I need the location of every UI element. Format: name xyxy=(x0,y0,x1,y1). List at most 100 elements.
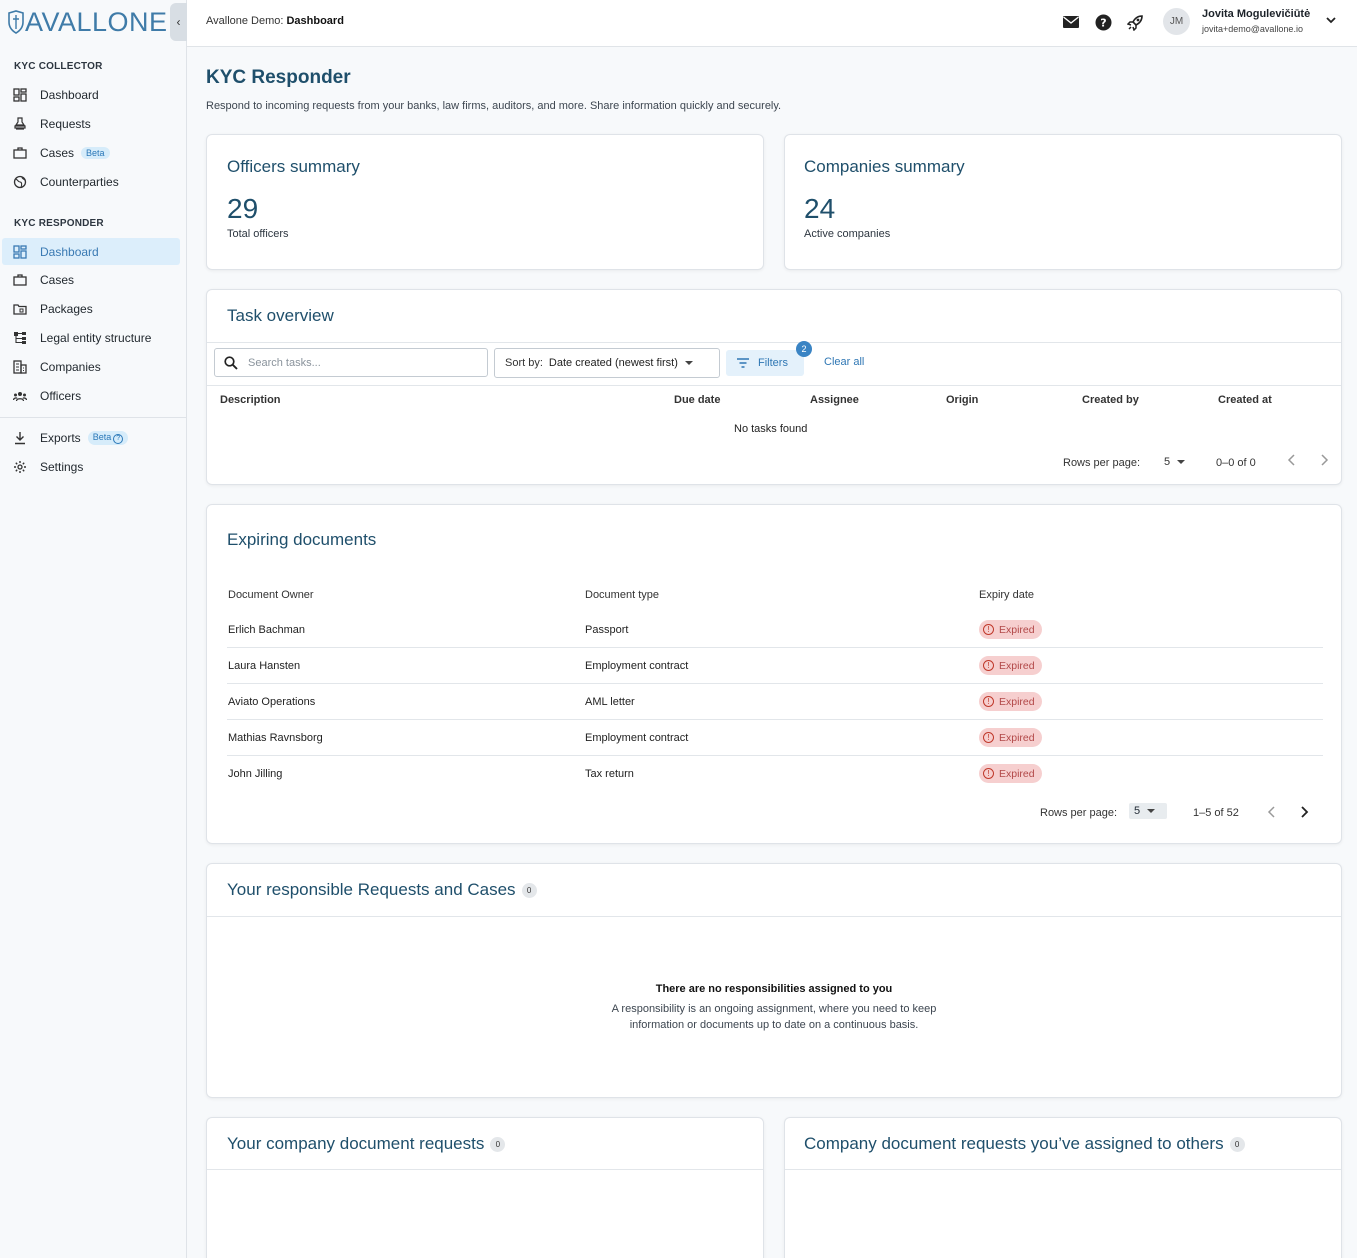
sidebar-item-legal-entity-structure[interactable]: Legal entity structure xyxy=(2,324,180,351)
document-owner: Aviato Operations xyxy=(228,696,316,708)
column-header-due-date[interactable]: Due date xyxy=(674,394,720,406)
sidebar-item-collector-dashboard[interactable]: Dashboard xyxy=(2,81,180,108)
column-header-origin[interactable]: Origin xyxy=(946,394,978,406)
rows-per-page-label: Rows per page: xyxy=(1063,457,1141,469)
user-email: jovita+demo@avallone.io xyxy=(1202,24,1303,34)
section-title-responder: KYC RESPONDER xyxy=(14,218,104,229)
sidebar-item-counterparties[interactable]: Counterparties xyxy=(2,168,180,195)
help-circle-icon[interactable]: ? xyxy=(113,433,124,444)
user-name: Jovita Mogulevičiūtė xyxy=(1202,8,1311,20)
sidebar-item-label: Settings xyxy=(40,459,84,474)
page-title: KYC Responder xyxy=(206,67,351,88)
alert-circle-icon: ! xyxy=(983,624,994,635)
document-owner: Erlich Bachman xyxy=(228,624,306,636)
dashboard-icon xyxy=(13,244,27,259)
svg-text:?: ? xyxy=(1100,16,1106,29)
sidebar-item-settings[interactable]: Settings xyxy=(2,453,180,480)
gear-icon xyxy=(13,460,27,474)
table-row[interactable]: Laura Hansten Employment contract ! Expir… xyxy=(227,648,1323,684)
document-owner: John Jilling xyxy=(228,768,283,780)
card-title: Companies summary xyxy=(804,157,965,176)
briefcase-icon xyxy=(13,146,27,160)
people-icon xyxy=(13,389,27,403)
sidebar-item-packages[interactable]: Packages xyxy=(2,295,180,322)
sidebar-item-officers[interactable]: Officers xyxy=(2,382,180,409)
globe-icon xyxy=(13,175,27,189)
empty-state-line-2: information or documents up to date on a… xyxy=(629,1019,919,1031)
column-header-assignee[interactable]: Assignee xyxy=(810,394,859,406)
sort-value: Date created (newest first) xyxy=(548,357,678,369)
table-row[interactable]: Erlich Bachman Passport ! Expired xyxy=(227,612,1323,648)
card-title: Expiring documents xyxy=(227,530,377,549)
beta-badge: Beta? xyxy=(87,430,129,445)
chevron-left-icon[interactable] xyxy=(1287,453,1297,470)
chevron-right-icon[interactable] xyxy=(1299,805,1309,822)
no-tasks-message: No tasks found xyxy=(734,423,808,435)
card-divider xyxy=(785,1169,1341,1170)
expired-badge: ! Expired xyxy=(979,764,1042,783)
column-header-document-owner: Document Owner xyxy=(228,589,314,601)
sidebar-item-companies[interactable]: Companies xyxy=(2,353,180,380)
filters-label: Filters xyxy=(758,357,788,369)
task-search-input[interactable]: Search tasks... xyxy=(214,348,488,377)
filters-button[interactable]: Filters 2 xyxy=(726,341,812,376)
sidebar-item-collector-cases[interactable]: Cases Beta xyxy=(2,139,180,166)
table-row[interactable]: Aviato Operations AML letter ! Expired xyxy=(227,684,1323,720)
sidebar-item-requests[interactable]: Requests xyxy=(2,110,180,137)
count-badge: 0 xyxy=(490,1137,506,1153)
breadcrumb-page: Dashboard xyxy=(286,15,344,27)
chevron-down-icon[interactable] xyxy=(1325,14,1337,29)
pagination-range: 0–0 of 0 xyxy=(1216,457,1256,469)
sidebar-item-exports[interactable]: Exports Beta? xyxy=(2,424,180,451)
column-header-description[interactable]: Description xyxy=(220,394,281,406)
column-header-document-type: Document type xyxy=(585,589,659,601)
pagination-range: 1–5 of 52 xyxy=(1193,807,1239,819)
top-header: Avallone Demo: Dashboard ? JM Jovita Mogu… xyxy=(187,0,1357,47)
sidebar: AVALLONE ‹ KYC COLLECTOR Dashboard Reque… xyxy=(0,0,187,1258)
search-icon xyxy=(224,355,238,370)
table-row[interactable]: Mathias Ravnsborg Employment contract ! E… xyxy=(227,720,1323,756)
brand-logo[interactable]: AVALLONE xyxy=(8,6,168,37)
caret-down-icon xyxy=(1147,809,1156,813)
mail-icon[interactable] xyxy=(1062,13,1080,31)
card-title-row: Your company document requests 0 xyxy=(227,1134,506,1154)
document-type: Employment contract xyxy=(585,660,689,672)
dashboard-icon xyxy=(13,87,27,102)
breadcrumb-org[interactable]: Avallone Demo: xyxy=(206,15,283,27)
status-label: Expired xyxy=(999,623,1035,636)
rows-per-page-select[interactable]: 5 xyxy=(1129,803,1167,819)
brand-name: AVALLONE xyxy=(25,6,168,37)
sidebar-item-responder-dashboard[interactable]: Dashboard xyxy=(2,238,180,265)
hierarchy-icon xyxy=(13,331,27,345)
card-title-row: Company document requests you’ve assigne… xyxy=(804,1134,1245,1154)
expired-badge: ! Expired xyxy=(979,728,1042,747)
assigned-to-others-card: Company document requests you’ve assigne… xyxy=(784,1117,1342,1258)
beta-badge: Beta xyxy=(81,146,110,159)
sort-select[interactable]: Sort by: Date created (newest first) xyxy=(494,348,720,378)
sidebar-item-label: Dashboard xyxy=(40,244,99,259)
table-row[interactable]: John Jilling Tax return ! Expired xyxy=(227,756,1323,792)
clear-all-button[interactable]: Clear all xyxy=(824,356,864,368)
help-icon[interactable]: ? xyxy=(1094,13,1112,31)
rocket-icon[interactable] xyxy=(1126,13,1144,31)
rows-per-page-value: 5 xyxy=(1134,805,1141,817)
avatar[interactable]: JM xyxy=(1163,8,1190,35)
filters-count-badge: 2 xyxy=(796,341,812,357)
rows-per-page-select[interactable]: 5 xyxy=(1164,456,1186,468)
card-title: Your company document requests xyxy=(227,1134,485,1153)
collapse-sidebar-button[interactable]: ‹ xyxy=(170,3,187,41)
chevron-right-icon[interactable] xyxy=(1319,453,1329,470)
chevron-left-icon[interactable] xyxy=(1267,805,1277,822)
column-header-created-at[interactable]: Created at xyxy=(1218,394,1272,406)
alert-circle-icon: ! xyxy=(983,732,994,743)
column-header-expiry-date: Expiry date xyxy=(979,589,1035,601)
table-divider xyxy=(207,385,1341,386)
sidebar-item-responder-cases[interactable]: Cases xyxy=(2,266,180,293)
section-title-collector: KYC COLLECTOR xyxy=(14,61,103,72)
card-title: Your responsible Requests and Cases xyxy=(227,880,516,899)
sidebar-item-label: Exports xyxy=(40,430,81,445)
document-type: Employment contract xyxy=(585,732,689,744)
status-label: Expired xyxy=(999,731,1035,744)
column-header-created-by[interactable]: Created by xyxy=(1082,394,1139,406)
expired-badge: ! Expired xyxy=(979,692,1042,711)
